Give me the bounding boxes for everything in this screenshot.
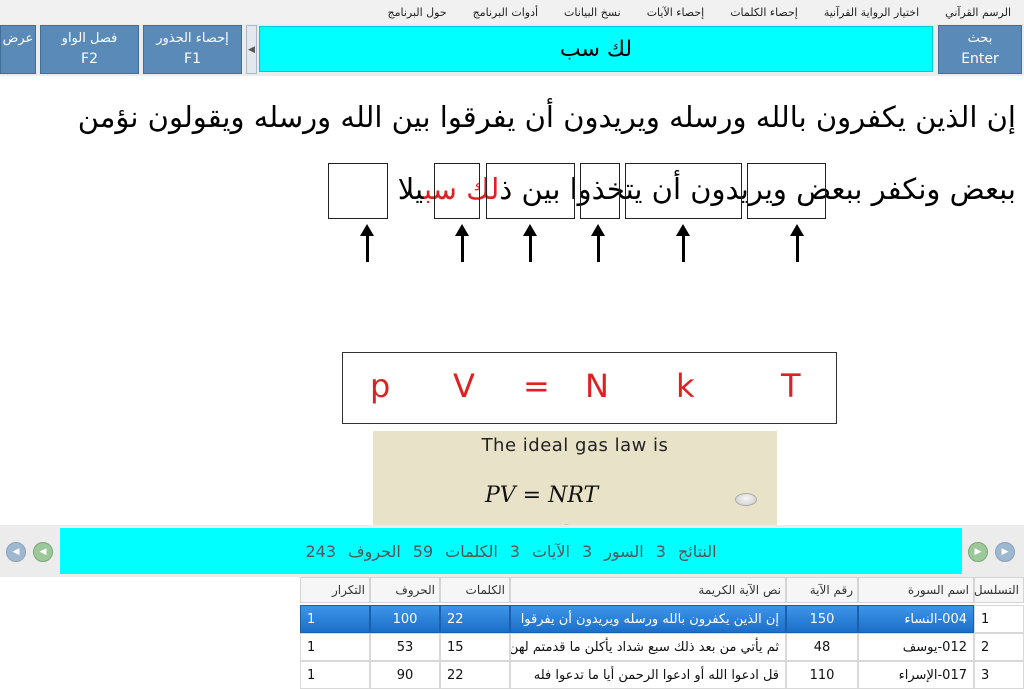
- words-label: الكلمات: [445, 541, 498, 561]
- row-sura[interactable]: 017-الإسراء: [858, 661, 974, 689]
- next-page-icon[interactable]: ▶: [968, 542, 988, 562]
- equation-symbol-p: p: [370, 367, 391, 405]
- letters-count: 243: [305, 541, 336, 561]
- words-count: 59: [412, 541, 434, 561]
- menu-choose-riwaya[interactable]: اختيار الرواية القرآنية: [811, 6, 932, 19]
- option-1-radio[interactable]: [735, 493, 757, 506]
- suras-count: 3: [581, 541, 593, 561]
- equation-box: p V = N k T: [342, 352, 837, 424]
- row-words[interactable]: 22: [440, 605, 510, 633]
- row-text[interactable]: ثم يأتي من بعد ذلك سبع شداد يأكلن ما قدم…: [510, 633, 786, 661]
- search-shortcut: Enter: [961, 51, 999, 67]
- letters-label: الحروف: [348, 541, 401, 561]
- results-count: 3: [655, 541, 666, 561]
- word-box-p: [328, 163, 388, 219]
- menu-word-stats[interactable]: إحصاء الكلمات: [717, 6, 811, 19]
- stats-bar: ◀ ◀ النتائج 3 السور 3 الآيات 3 الكلمات 5…: [0, 525, 1024, 577]
- row-aya[interactable]: 48: [786, 633, 858, 661]
- display-button[interactable]: عرض: [0, 25, 36, 74]
- menu-about[interactable]: حول البرنامج: [374, 6, 459, 19]
- equation-symbol-T: T: [781, 367, 801, 405]
- row-sura[interactable]: 004-النساء: [858, 605, 974, 633]
- header-aya[interactable]: رقم الآية: [786, 577, 858, 603]
- equation-symbol-V: V: [453, 367, 475, 405]
- search-button[interactable]: بحث Enter: [938, 25, 1022, 74]
- row-serial[interactable]: 2: [974, 633, 1024, 661]
- root-stats-button[interactable]: إحصاء الجذور F1: [143, 25, 242, 74]
- equation-symbol-equals: =: [523, 367, 550, 405]
- equation-symbol-N: N: [585, 367, 609, 405]
- first-page-icon[interactable]: ◀: [6, 542, 26, 562]
- row-letters[interactable]: 53: [370, 633, 440, 661]
- row-letters[interactable]: 90: [370, 661, 440, 689]
- last-page-icon[interactable]: ▶: [995, 542, 1015, 562]
- header-repeat[interactable]: التكرار: [300, 577, 370, 603]
- ayat-count: 3: [509, 541, 520, 561]
- question-title: The ideal gas law is: [481, 435, 669, 456]
- word-box-equals: [486, 163, 575, 219]
- row-repeat[interactable]: 1: [300, 633, 370, 661]
- row-words[interactable]: 22: [440, 661, 510, 689]
- row-text[interactable]: إن الذين يكفرون بالله ورسله ويريدون أن ي…: [510, 605, 786, 633]
- separate-waw-button[interactable]: فصل الواو F2: [40, 25, 139, 74]
- equation-symbol-k: k: [676, 367, 695, 405]
- row-aya[interactable]: 150: [786, 605, 858, 633]
- toolbar: عرض فصل الواو F2 إحصاء الجذور F1 ◀ لك سب…: [0, 24, 1024, 76]
- verse-line-1: إن الذين يكفرون بالله ورسله ويريدون أن ي…: [77, 100, 1016, 134]
- row-words[interactable]: 15: [440, 633, 510, 661]
- display-label: عرض: [2, 31, 34, 46]
- row-repeat[interactable]: 1: [300, 661, 370, 689]
- menu-aya-stats[interactable]: إحصاء الآيات: [634, 6, 718, 19]
- header-serial[interactable]: التسلسل: [974, 577, 1024, 603]
- results-table: التسلسل اسم السورة رقم الآية نص الآية ال…: [0, 577, 1024, 689]
- word-box-N: [580, 163, 620, 219]
- separate-waw-label: فصل الواو: [61, 31, 118, 46]
- root-stats-label: إحصاء الجذور: [156, 31, 229, 46]
- suras-label: السور: [604, 541, 644, 561]
- collapse-arrow-icon[interactable]: ◀: [246, 25, 257, 74]
- row-text[interactable]: قل ادعوا الله أو ادعوا الرحمن أيا ما تدع…: [510, 661, 786, 689]
- header-letters[interactable]: الحروف: [370, 577, 440, 603]
- row-aya[interactable]: 110: [786, 661, 858, 689]
- menu-bar: الرسم القرآني اختيار الرواية القرآنية إح…: [0, 0, 1024, 24]
- word-box-k: [625, 163, 742, 219]
- row-serial[interactable]: 3: [974, 661, 1024, 689]
- verse-display: إن الذين يكفرون بالله ورسله ويريدون أن ي…: [0, 82, 1024, 599]
- prev-page-icon[interactable]: ◀: [33, 542, 53, 562]
- results-label: النتائج: [677, 541, 717, 561]
- menu-tools[interactable]: أدوات البرنامج: [460, 6, 551, 19]
- menu-quranic-script[interactable]: الرسم القرآني: [932, 6, 1024, 19]
- header-words[interactable]: الكلمات: [440, 577, 510, 603]
- row-repeat[interactable]: 1: [300, 605, 370, 633]
- root-stats-shortcut: F1: [184, 51, 201, 67]
- option-1-label: PV = NRT: [485, 483, 599, 508]
- ayat-label: الآيات: [531, 541, 570, 561]
- search-query-field[interactable]: لك سب: [259, 26, 933, 72]
- search-label: بحث: [967, 31, 993, 46]
- menu-copy-data[interactable]: نسخ البيانات: [551, 6, 634, 19]
- row-letters[interactable]: 100: [370, 605, 440, 633]
- separate-waw-shortcut: F2: [81, 51, 98, 67]
- row-sura[interactable]: 012-يوسف: [858, 633, 974, 661]
- header-text[interactable]: نص الآية الكريمة: [510, 577, 786, 603]
- header-sura[interactable]: اسم السورة: [858, 577, 974, 603]
- stats-summary: النتائج 3 السور 3 الآيات 3 الكلمات 59 ال…: [60, 528, 962, 574]
- word-box-T: [747, 163, 826, 219]
- verse-line-2-post: يلا: [397, 172, 424, 206]
- word-box-V: [434, 163, 480, 219]
- row-serial[interactable]: 1: [974, 605, 1024, 633]
